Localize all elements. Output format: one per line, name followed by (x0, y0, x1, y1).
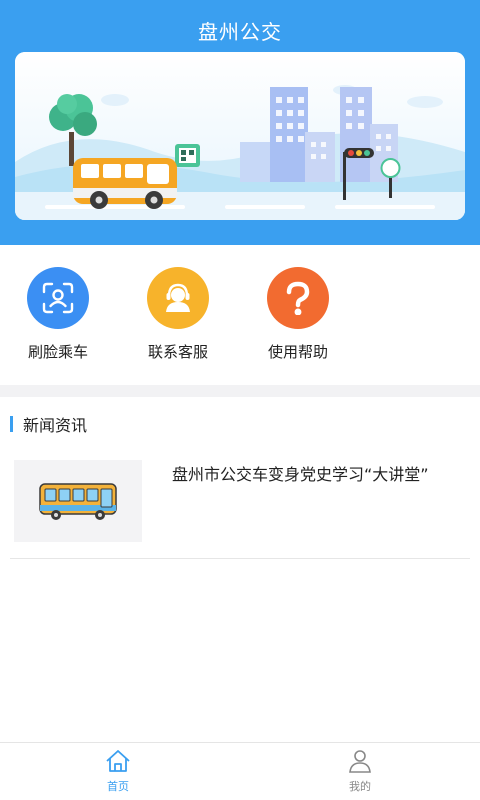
help-label: 使用帮助 (267, 343, 328, 361)
quick-actions: 刷脸乘车 联系客服 使用帮助 (0, 245, 480, 385)
face-ride-button[interactable]: 刷脸乘车 (8, 267, 108, 362)
tab-home-label: 首页 (107, 780, 129, 793)
tab-mine[interactable]: 我的 (330, 749, 390, 794)
user-icon (349, 750, 371, 773)
section-separator (0, 385, 480, 397)
bottom-tab-bar: 首页 我的 (0, 742, 480, 800)
news-thumbnail (14, 460, 142, 542)
face-ride-label: 刷脸乘车 (27, 343, 88, 361)
section-accent-bar (10, 416, 13, 432)
news-title[interactable]: 盘州市公交车变身党史学习“大讲堂” (172, 464, 432, 486)
customer-service-button[interactable]: 联系客服 (128, 267, 228, 362)
customer-service-icon (147, 267, 209, 329)
top-header: 盘州公交 (0, 0, 480, 245)
bus-icon (39, 483, 117, 520)
tab-mine-label: 我的 (349, 780, 371, 793)
news-section-header: 新闻资讯 (10, 414, 88, 435)
news-divider (10, 558, 470, 559)
home-icon (106, 750, 130, 772)
help-question-icon (267, 267, 329, 329)
banner-image[interactable] (15, 52, 465, 220)
face-scan-icon (27, 267, 89, 329)
help-button[interactable]: 使用帮助 (248, 267, 348, 362)
news-section-title: 新闻资讯 (23, 416, 88, 435)
news-list-item[interactable]: 盘州市公交车变身党史学习“大讲堂” (12, 460, 470, 544)
tab-home[interactable]: 首页 (88, 749, 148, 794)
page-title: 盘州公交 (198, 20, 282, 44)
customer-service-label: 联系客服 (147, 343, 208, 361)
